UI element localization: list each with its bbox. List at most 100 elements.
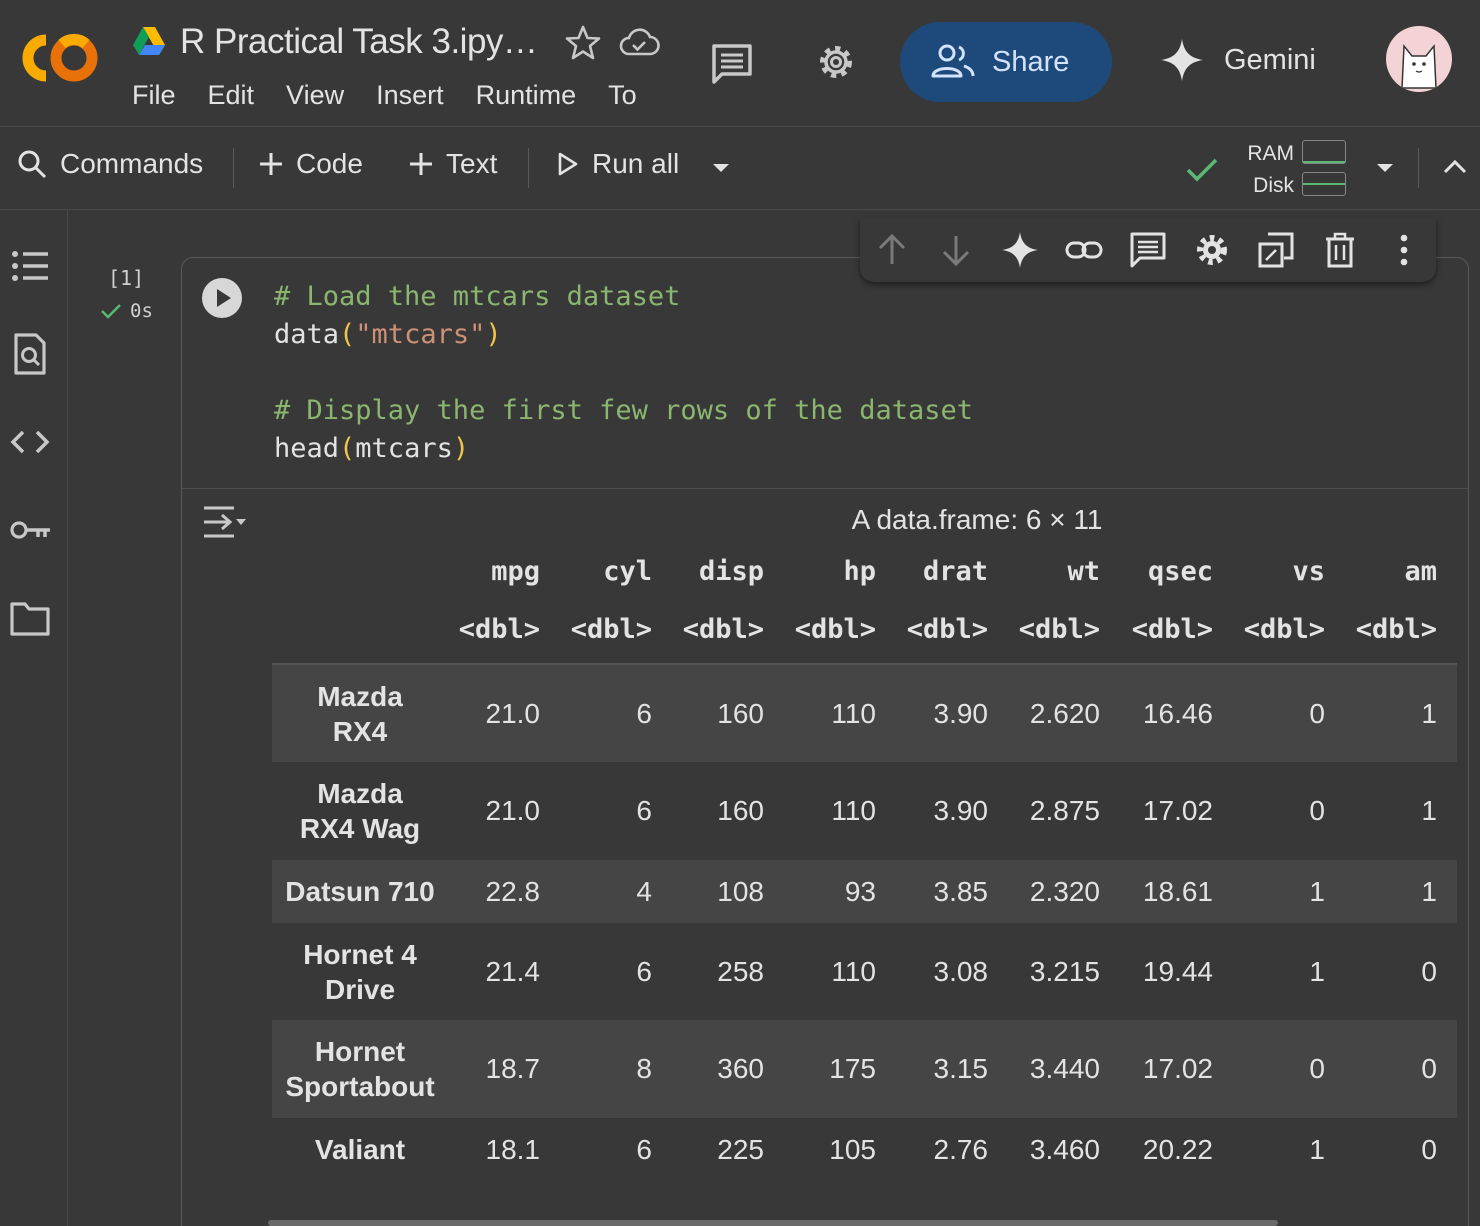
code-editor[interactable]: # Load the mtcars dataset data("mtcars")…	[274, 278, 973, 468]
table-cell: 110	[831, 697, 876, 729]
comment-icon[interactable]	[1128, 230, 1168, 270]
table-cell: 6	[636, 697, 652, 729]
key-icon[interactable]	[8, 508, 52, 552]
table-cell: 2.875	[1029, 795, 1100, 826]
arrow-down-icon[interactable]	[936, 230, 976, 270]
table-cell: 225	[717, 1133, 764, 1165]
add-text-button[interactable]: Text	[408, 148, 497, 180]
execution-time: 0s	[130, 300, 153, 322]
share-label: Share	[992, 45, 1070, 78]
cloud-icon[interactable]	[618, 24, 660, 62]
gear-icon[interactable]	[812, 38, 860, 86]
table-cell: 360	[717, 1053, 764, 1084]
colab-logo-icon[interactable]	[16, 30, 102, 86]
menu-tools[interactable]: To	[608, 80, 637, 111]
menu-insert[interactable]: Insert	[376, 80, 444, 111]
run-all-label: Run all	[592, 148, 680, 179]
column-type: <dbl>	[1345, 596, 1457, 665]
table-cell: 3.08	[933, 955, 989, 987]
resources-dropdown-icon[interactable]	[1374, 160, 1396, 176]
arrow-up-icon[interactable]	[872, 230, 912, 270]
table-header-row: mpg cyl disp hp drat wt qsec vs am	[272, 546, 1457, 596]
table-cell: 8	[636, 1053, 652, 1084]
row-name: Mazda RX4 Wag	[299, 778, 421, 844]
commands-button[interactable]: Commands	[16, 148, 203, 180]
row-name: Hornet 4 Drive	[303, 938, 417, 1005]
ram-usage-bar	[1302, 140, 1346, 164]
table-cell: 110	[831, 795, 876, 826]
run-cell-button[interactable]	[202, 278, 242, 318]
menu-file[interactable]: File	[132, 80, 176, 111]
table-cell: 18.1	[485, 1133, 541, 1165]
table-cell: 0	[1309, 795, 1325, 826]
disk-usage-bar	[1302, 172, 1346, 196]
menu-runtime[interactable]: Runtime	[476, 80, 577, 111]
column-header: am	[1404, 555, 1437, 587]
table-cell: 21.0	[485, 697, 541, 729]
comment-icon[interactable]	[708, 40, 756, 86]
table-cell: 3.85	[933, 875, 989, 907]
run-all-button[interactable]: Run all	[556, 148, 679, 180]
table-cell: 6	[636, 1133, 652, 1165]
table-cell: 3.215	[1029, 955, 1100, 987]
toolbar-divider	[528, 148, 529, 188]
folder-icon[interactable]	[8, 596, 52, 640]
table-cell: 6	[636, 955, 652, 987]
column-header: hp	[843, 555, 876, 587]
table-cell: 17.02	[1142, 1053, 1213, 1084]
column-type: <dbl>	[1008, 596, 1120, 665]
column-type: <dbl>	[784, 596, 896, 665]
star-icon[interactable]	[564, 24, 602, 62]
play-icon	[558, 152, 578, 176]
table-cell: 3.460	[1029, 1133, 1100, 1165]
add-code-label: Code	[296, 148, 363, 179]
chevron-down-icon[interactable]	[710, 160, 732, 176]
column-header: disp	[698, 555, 764, 587]
trash-icon[interactable]	[1320, 230, 1360, 270]
table-cell: 18.7	[485, 1053, 541, 1084]
notebook-title[interactable]: R Practical Task 3.ipy…	[180, 22, 538, 62]
more-vert-icon[interactable]	[1384, 230, 1424, 270]
gear-icon[interactable]	[1192, 230, 1232, 270]
cell-toolbar	[860, 218, 1436, 282]
toolbar-divider	[233, 148, 234, 188]
commands-label: Commands	[60, 148, 204, 179]
toolbar-divider	[1418, 148, 1419, 188]
row-name-header	[272, 596, 448, 665]
table-cell: 0	[1421, 955, 1437, 987]
table-cell: 3.90	[933, 795, 989, 826]
menu-view[interactable]: View	[286, 80, 344, 111]
table-cell: 0	[1421, 1133, 1437, 1165]
check-icon	[101, 304, 121, 319]
mirror-cell-icon[interactable]	[1256, 230, 1296, 270]
column-type: <dbl>	[448, 596, 560, 665]
column-type: <dbl>	[896, 596, 1008, 665]
output-horizontal-scrollbar[interactable]	[268, 1220, 1278, 1226]
find-icon[interactable]	[8, 332, 52, 376]
dataframe-table: mpg cyl disp hp drat wt qsec vs am <dbl>…	[272, 546, 1457, 1181]
avatar[interactable]	[1386, 26, 1452, 92]
ram-disk-labels[interactable]: RAM Disk	[1246, 138, 1294, 202]
drive-icon[interactable]	[132, 26, 166, 56]
check-icon	[1186, 158, 1218, 182]
column-header: mpg	[491, 555, 540, 587]
link-icon[interactable]	[1064, 230, 1104, 270]
add-code-button[interactable]: Code	[258, 148, 363, 180]
table-cell: 20.22	[1142, 1133, 1213, 1165]
code-snippets-icon[interactable]	[8, 420, 52, 464]
table-cell: 175	[829, 1053, 876, 1084]
gemini-sparkle-icon[interactable]	[1000, 230, 1040, 270]
row-name-header	[272, 546, 448, 596]
table-cell: 17.02	[1142, 795, 1213, 826]
cat-avatar-icon	[1401, 43, 1437, 89]
share-button[interactable]: Share	[900, 22, 1112, 102]
menu-edit[interactable]: Edit	[208, 80, 255, 111]
toc-icon[interactable]	[8, 244, 52, 288]
gemini-button[interactable]: Gemini	[1158, 36, 1316, 84]
add-text-label: Text	[446, 148, 498, 179]
gemini-label: Gemini	[1224, 43, 1316, 76]
row-name: Hornet Sportabout	[285, 1036, 435, 1102]
collapse-toolbar-icon[interactable]	[1440, 156, 1470, 178]
plus-icon	[410, 153, 432, 175]
output-actions-icon[interactable]	[200, 502, 248, 544]
